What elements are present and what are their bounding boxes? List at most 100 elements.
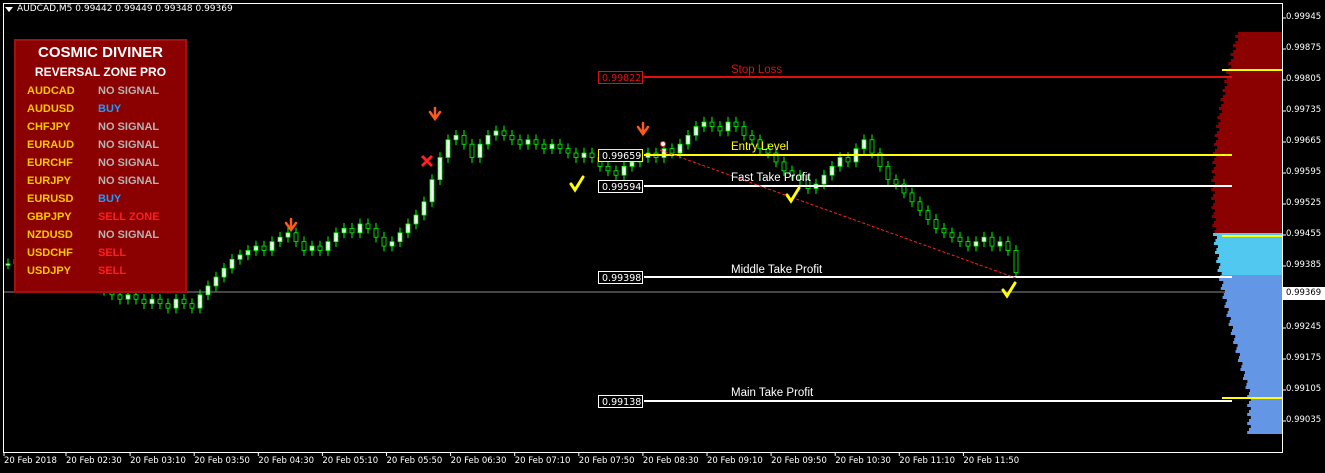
candle-body [349,227,355,234]
y-axis-label: 0.99945 [1286,12,1322,22]
profile-sell-zone [1231,65,1282,68]
candle-body [493,130,499,136]
profile-buy-zone [1230,317,1282,320]
x-axis-label: 20 Feb 08:30 [642,456,699,466]
level-name-label: Middle Take Profit [731,264,823,276]
candle-body [885,165,891,181]
x-axis-label: 20 Feb 04:30 [258,456,315,466]
signal-value: NO SIGNAL [98,175,160,187]
profile-sell-zone [1233,50,1282,53]
candle-body [717,126,723,132]
profile-sell-zone [1219,128,1282,131]
candle-body [501,130,507,136]
profile-buy-zone [1219,278,1282,281]
profile-sell-zone [1214,191,1282,194]
profile-buy-zone [1226,314,1282,317]
signal-value: SELL [98,247,127,259]
profile-sell-zone [1228,62,1282,65]
signal-value: NO SIGNAL [98,157,160,169]
profile-sell-zone [1224,86,1282,89]
profile-sell-zone [1225,92,1282,95]
signal-value: SELL ZONE [98,211,160,223]
profile-sell-zone [1220,98,1282,101]
profile-sell-zone [1211,215,1282,218]
candle-body [405,223,411,234]
candle-body [237,254,243,260]
candle-body [125,294,131,300]
profile-buy-zone [1223,281,1282,284]
profile-sell-zone [1213,203,1282,206]
profile-buy-zone [1234,338,1282,341]
candle-body [301,241,307,251]
chart-header: AUDCAD,M5 0.99442 0.99449 0.99348 0.9936… [2,2,233,16]
candle-body [181,298,187,305]
profile-buy-zone [1245,386,1282,389]
current-price-tag: 0.99369 [1283,287,1325,300]
profile-mid-zone [1218,254,1282,257]
chart-menu-icon[interactable] [5,6,13,12]
signal-row: AUDUSD BUY [27,103,121,119]
x-axis-label: 20 Feb 03:10 [130,456,186,466]
candle-body [869,139,875,154]
candle-body [173,298,179,309]
candle-body [317,245,323,251]
candle-body [461,134,467,145]
profile-buy-zone [1247,422,1282,425]
candle-body [621,165,627,176]
candle-body [909,192,915,203]
y-axis-label: 0.99665 [1286,136,1322,146]
y-axis-label: 0.99525 [1286,198,1322,208]
signal-value: SELL [98,265,127,277]
level-price-tag: 0.99138 [598,395,643,408]
signal-value: NO SIGNAL [98,229,160,241]
profile-sell-zone [1233,56,1282,59]
candle-body [333,232,339,243]
profile-sell-zone [1213,143,1282,146]
profile-sell-zone [1218,122,1282,125]
profile-sell-zone [1230,53,1282,56]
profile-sell-zone [1215,173,1282,176]
profile-sell-zone [1211,188,1282,191]
profile-mid-zone [1217,257,1282,260]
y-axis-label: 0.99105 [1286,384,1322,394]
candle-body [837,157,843,167]
check-icon [569,175,585,193]
profile-sell-zone [1221,104,1282,107]
profile-buy-zone [1250,416,1282,419]
profile-buy-zone [1232,326,1282,329]
candle-body [389,241,395,247]
profile-sell-zone [1211,206,1282,209]
signal-row: GBPJPY SELL ZONE [27,211,160,227]
candle-body [421,201,427,216]
y-axis-label: 0.99805 [1286,74,1322,84]
profile-mid-zone [1215,239,1282,242]
volume-profile [1211,32,1282,434]
candle-body [661,148,667,158]
signal-row: EURCHF NO SIGNAL [27,157,159,173]
signal-panel: COSMIC DIVINER REVERSAL ZONE PRO AUDCAD N… [14,39,187,293]
candle-body [285,232,291,238]
level-price-tag: 0.99594 [598,180,643,193]
candle-body [325,241,331,251]
candle-body [741,126,747,136]
signal-value: BUY [98,103,122,115]
chart-header-text: AUDCAD,M5 0.99442 0.99449 0.99348 0.9936… [17,4,233,14]
profile-sell-zone [1219,113,1282,116]
price-chart[interactable] [0,0,1325,473]
profile-mid-zone [1213,242,1282,245]
profile-buy-zone [1237,359,1282,362]
candle-body [221,267,227,278]
profile-sell-zone [1217,146,1282,149]
candle-body [165,303,171,309]
profile-buy-zone [1237,344,1282,347]
chart-frame [3,3,1283,453]
x-axis-label: 20 Feb 07:50 [578,456,635,466]
profile-sell-zone [1215,164,1282,167]
candle-body [365,223,371,229]
profile-sell-zone [1237,32,1282,35]
profile-mid-zone [1220,263,1282,266]
profile-buy-zone [1233,341,1282,344]
signal-symbol: EURJPY [27,175,72,187]
signal-symbol: AUDUSD [27,103,75,115]
profile-buy-zone [1228,323,1282,326]
